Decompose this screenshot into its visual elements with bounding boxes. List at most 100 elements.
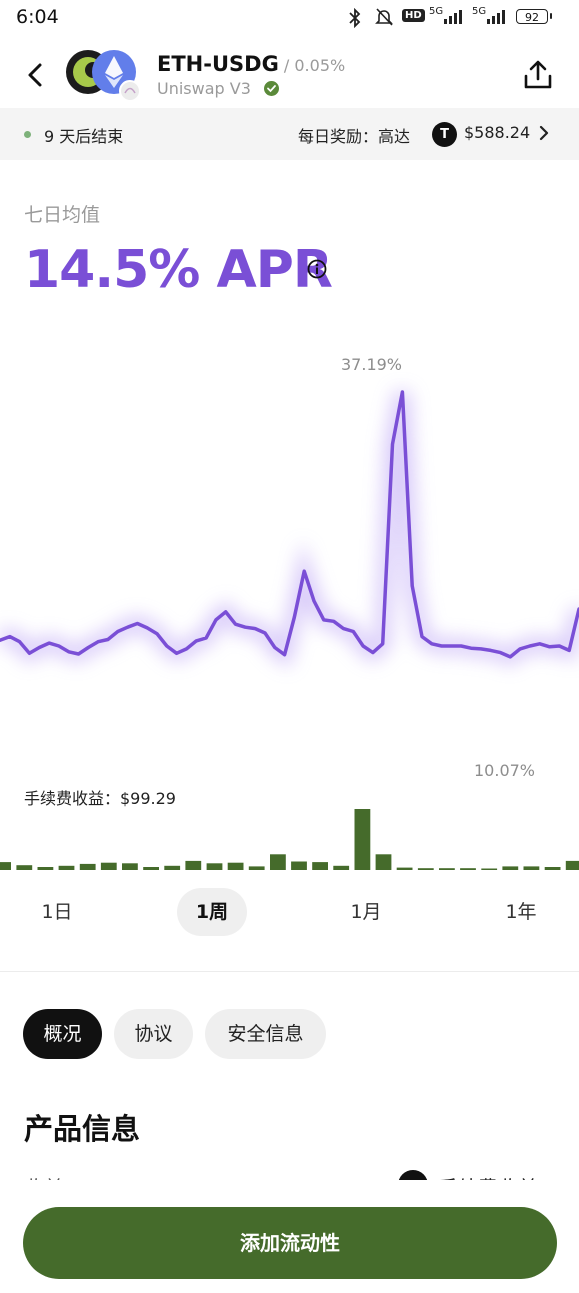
fee-bar <box>122 863 138 870</box>
apr-data-point <box>136 623 138 625</box>
chevron-right-icon[interactable] <box>538 121 550 145</box>
apr-data-point <box>352 631 354 633</box>
range-1-week[interactable]: 1周 <box>177 888 247 936</box>
divider <box>0 971 579 972</box>
fee-bar <box>523 866 540 870</box>
apr-data-point <box>225 611 227 613</box>
battery-icon: 92 <box>516 9 548 24</box>
bluetooth-icon <box>349 8 361 28</box>
apr-data-point <box>9 636 11 638</box>
network-5g-label-2: 5G <box>472 6 487 17</box>
protocol-name: Uniswap V3 <box>157 79 251 98</box>
apr-data-point <box>549 646 551 648</box>
fee-bar <box>100 862 117 870</box>
apr-data-point <box>215 619 217 621</box>
fee-bar <box>248 866 265 870</box>
daily-reward-value: $588.24 <box>464 123 531 142</box>
fee-bar <box>396 867 413 870</box>
back-button[interactable] <box>20 56 54 94</box>
product-info-title: 产品信息 <box>24 1112 141 1146</box>
network-5g-label: 5G <box>429 6 444 17</box>
verified-icon <box>264 81 279 96</box>
apr-data-point <box>235 623 237 625</box>
fee-bar <box>565 860 579 870</box>
apr-data-point <box>401 391 403 393</box>
fee-bar <box>185 860 202 870</box>
apr-data-point <box>107 638 109 640</box>
apr-data-point <box>450 645 452 647</box>
fee-bar <box>460 868 476 870</box>
fee-bar <box>206 863 223 870</box>
apr-data-point <box>421 636 423 638</box>
apr-data-point <box>68 651 70 653</box>
fee-bar <box>544 867 561 870</box>
fee-peak-label: 10.07% <box>474 761 536 780</box>
fee-bar <box>0 862 11 870</box>
tab-protocol[interactable]: 协议 <box>114 1009 193 1059</box>
apr-data-point <box>323 619 325 621</box>
fee-bar <box>502 866 519 870</box>
range-1-month[interactable]: 1月 <box>331 888 401 936</box>
apr-data-point <box>431 643 433 645</box>
apr-data-point <box>490 649 492 651</box>
apr-data-point <box>529 645 531 647</box>
apr-data-point <box>539 643 541 645</box>
apr-data-point <box>156 633 158 635</box>
reward-token-icon: T <box>432 122 457 147</box>
apr-data-point <box>244 626 246 628</box>
fee-bar <box>312 862 328 870</box>
status-bar: 6:04 HD 5G 5G 92 <box>0 0 579 36</box>
apr-data-point <box>392 443 394 445</box>
battery-tip <box>550 13 552 19</box>
apr-data-point <box>264 632 266 634</box>
fee-bar <box>164 865 181 870</box>
apr-period-label: 七日均值 <box>24 204 101 226</box>
apr-line-chart[interactable] <box>0 340 579 700</box>
add-liquidity-button[interactable]: 添加流动性 <box>23 1207 557 1279</box>
signal-strength-icon-2 <box>487 10 505 24</box>
fee-bar <box>16 865 33 870</box>
tab-security-info[interactable]: 安全信息 <box>205 1009 326 1059</box>
fee-bar <box>417 868 434 870</box>
pool-token-pair-logo <box>66 50 140 102</box>
apr-data-point <box>185 648 187 650</box>
range-1-day[interactable]: 1日 <box>22 888 92 936</box>
share-button[interactable] <box>521 58 555 92</box>
fee-bar <box>37 867 54 870</box>
apr-data-point <box>480 648 482 650</box>
apr-line-glow <box>0 390 579 669</box>
range-1-year[interactable]: 1年 <box>486 888 556 936</box>
apr-data-point <box>568 649 570 651</box>
daily-reward-label: 每日奖励：高达 <box>298 127 411 146</box>
apr-data-point <box>78 653 80 655</box>
apr-data-point <box>38 646 40 648</box>
fee-bar-chart <box>0 809 579 870</box>
apr-data-point <box>97 641 99 643</box>
apr-data-point <box>333 620 335 622</box>
tab-overview[interactable]: 概况 <box>23 1009 102 1059</box>
mute-bell-icon <box>375 8 393 26</box>
apr-data-point <box>342 628 344 630</box>
apr-data-point <box>411 585 413 587</box>
apr-data-point <box>19 641 21 643</box>
apr-data-point <box>470 647 472 649</box>
fee-bar <box>291 861 307 870</box>
apr-data-point <box>195 640 197 642</box>
fee-bar <box>333 865 350 870</box>
signal-strength-icon <box>444 10 462 24</box>
fee-bar <box>79 863 96 870</box>
fee-tier: / 0.05% <box>278 56 346 75</box>
apr-data-point <box>28 652 30 654</box>
apr-data-point <box>205 637 207 639</box>
fee-bar <box>227 862 244 870</box>
apr-data-point <box>362 645 364 647</box>
fee-bar <box>270 854 286 870</box>
fee-bar <box>143 867 159 870</box>
apr-data-point <box>303 570 305 572</box>
apr-data-point <box>87 646 89 648</box>
apr-data-point <box>441 645 443 647</box>
info-icon[interactable] <box>307 259 327 279</box>
apr-data-point <box>558 645 560 647</box>
apr-data-point <box>284 654 286 656</box>
hd-badge: HD <box>402 9 425 22</box>
